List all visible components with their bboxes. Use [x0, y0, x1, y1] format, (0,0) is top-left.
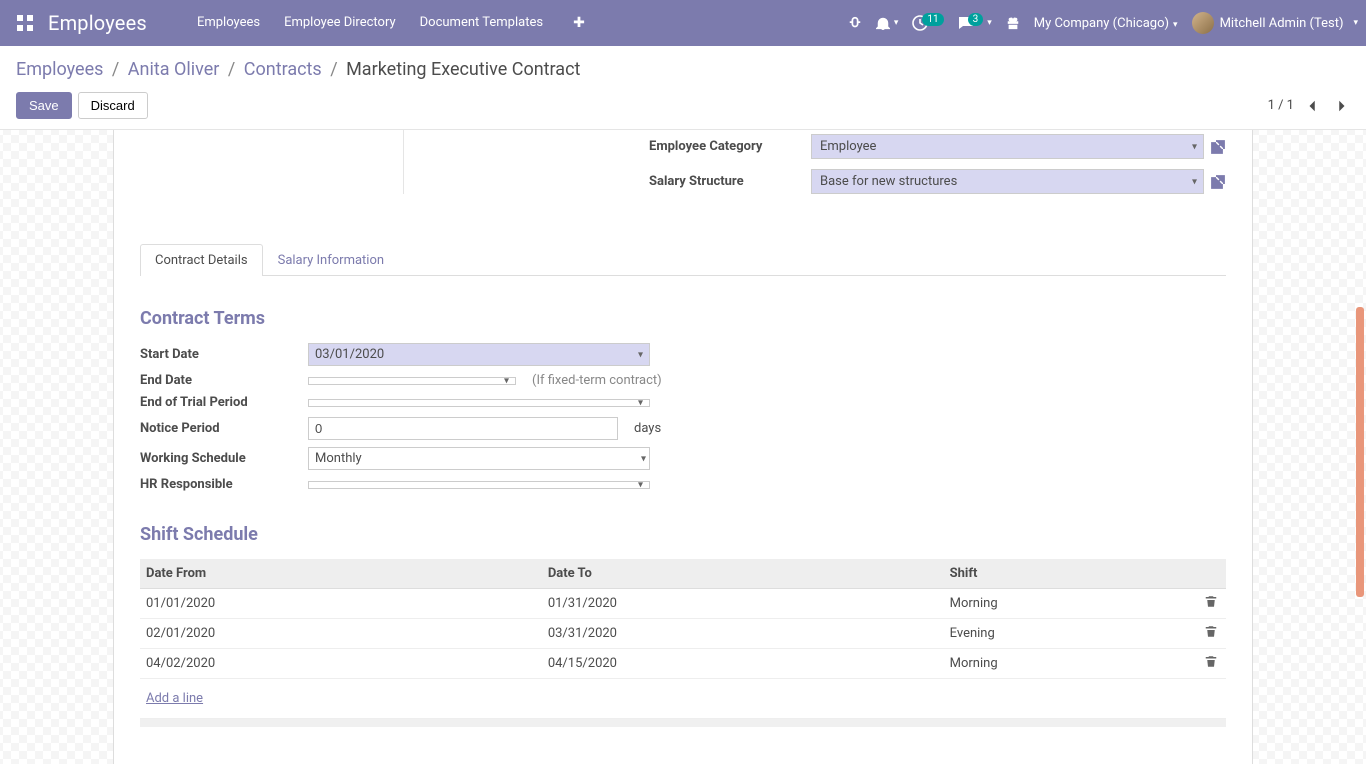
emp-category-field[interactable]: Employee ▾	[811, 134, 1204, 159]
col-shift[interactable]: Shift	[944, 559, 1196, 589]
breadcrumb-contracts[interactable]: Contracts	[244, 59, 322, 80]
cell-date-from: 04/02/2020	[140, 649, 542, 679]
menu-employees[interactable]: Employees	[197, 15, 260, 31]
messages-icon[interactable]: 3	[958, 15, 992, 31]
company-switcher[interactable]: My Company (Chicago)	[1034, 16, 1178, 31]
bell-icon[interactable]	[876, 16, 899, 30]
notice-period-suffix: days	[634, 421, 661, 436]
pager-next-icon[interactable]	[1332, 97, 1350, 115]
user-name: Mitchell Admin (Test)	[1220, 16, 1344, 31]
user-menu[interactable]: Mitchell Admin (Test)	[1192, 12, 1358, 34]
cell-date-to: 04/15/2020	[542, 649, 944, 679]
cell-date-to: 03/31/2020	[542, 619, 944, 649]
top-navbar: Employees Employees Employee Directory D…	[0, 0, 1366, 46]
notice-period-input[interactable]	[308, 417, 618, 440]
app-brand[interactable]: Employees	[48, 11, 147, 35]
trash-icon[interactable]	[1196, 619, 1226, 649]
breadcrumb-current: Marketing Executive Contract	[346, 59, 580, 80]
pager: 1 / 1	[1268, 97, 1350, 115]
working-schedule-label: Working Schedule	[140, 451, 298, 466]
apps-icon[interactable]	[8, 0, 42, 46]
start-date-label: Start Date	[140, 347, 298, 362]
working-schedule-field[interactable]: Monthly ▾	[308, 447, 650, 470]
start-date-value: 03/01/2020	[315, 347, 384, 362]
shift-schedule-heading: Shift Schedule	[140, 524, 1226, 545]
messages-count: 3	[968, 13, 984, 26]
salary-structure-field[interactable]: Base for new structures ▾	[811, 169, 1204, 194]
external-link-icon[interactable]	[1210, 174, 1226, 190]
cell-date-from: 01/01/2020	[140, 589, 542, 619]
table-row[interactable]: 04/02/202004/15/2020Morning	[140, 649, 1226, 679]
trial-period-label: End of Trial Period	[140, 395, 298, 410]
breadcrumb-employees[interactable]: Employees	[16, 59, 103, 80]
end-date-label: End Date	[140, 373, 298, 388]
shift-table: Date From Date To Shift 01/01/202001/31/…	[140, 559, 1226, 727]
contract-terms-heading: Contract Terms	[140, 308, 1226, 329]
chevron-down-icon: ▾	[1192, 176, 1197, 187]
chevron-down-icon: ▾	[641, 453, 646, 464]
discard-button[interactable]: Discard	[78, 92, 148, 119]
chevron-down-icon: ▾	[638, 397, 643, 408]
tabs: Contract Details Salary Information	[140, 244, 1226, 276]
cell-shift: Morning	[944, 649, 1196, 679]
cell-shift: Evening	[944, 619, 1196, 649]
pager-prev-icon[interactable]	[1304, 97, 1322, 115]
trash-icon[interactable]	[1196, 649, 1226, 679]
hr-responsible-label: HR Responsible	[140, 477, 298, 492]
chevron-down-icon: ▾	[1192, 141, 1197, 152]
cell-date-from: 02/01/2020	[140, 619, 542, 649]
col-date-to[interactable]: Date To	[542, 559, 944, 589]
end-date-hint: (If fixed-term contract)	[532, 373, 662, 388]
debug-icon[interactable]	[848, 16, 862, 30]
menu-document-templates[interactable]: Document Templates	[420, 15, 543, 31]
breadcrumb: Employees / Anita Oliver / Contracts / M…	[16, 59, 1350, 80]
form-sheet: Employee Category Employee ▾ Sa	[113, 130, 1253, 764]
table-row[interactable]: 02/01/202003/31/2020Evening	[140, 619, 1226, 649]
working-schedule-value: Monthly	[315, 451, 362, 466]
cell-shift: Morning	[944, 589, 1196, 619]
chevron-down-icon: ▾	[504, 375, 509, 386]
col-date-from[interactable]: Date From	[140, 559, 542, 589]
hr-responsible-field[interactable]: ▾	[308, 481, 650, 489]
main-menu: Employees Employee Directory Document Te…	[197, 15, 591, 31]
systray: 11 3 My Company (Chicago) Mitchell Admin…	[848, 12, 1358, 34]
gift-icon[interactable]	[1006, 16, 1020, 30]
tab-salary-information[interactable]: Salary Information	[263, 244, 399, 276]
start-date-field[interactable]: 03/01/2020 ▾	[308, 343, 650, 366]
activity-icon[interactable]: 11	[912, 15, 943, 31]
salary-structure-label: Salary Structure	[649, 174, 801, 189]
menu-employee-directory[interactable]: Employee Directory	[284, 15, 396, 31]
save-button[interactable]: Save	[16, 92, 72, 119]
table-row[interactable]: 01/01/202001/31/2020Morning	[140, 589, 1226, 619]
emp-category-value: Employee	[820, 139, 876, 154]
control-panel: Employees / Anita Oliver / Contracts / M…	[0, 46, 1366, 130]
end-date-field[interactable]: ▾	[308, 377, 516, 385]
add-line-link[interactable]: Add a line	[146, 685, 1220, 712]
avatar	[1192, 12, 1214, 34]
external-link-icon[interactable]	[1210, 139, 1226, 155]
trash-icon[interactable]	[1196, 589, 1226, 619]
pager-text: 1 / 1	[1268, 98, 1294, 113]
breadcrumb-anita[interactable]: Anita Oliver	[128, 59, 220, 80]
salary-structure-value: Base for new structures	[820, 174, 957, 189]
menu-add-icon[interactable]: ✚	[567, 15, 591, 31]
trial-period-field[interactable]: ▾	[308, 399, 650, 407]
chevron-down-icon: ▾	[638, 349, 643, 360]
activity-count: 11	[922, 13, 943, 26]
notice-period-label: Notice Period	[140, 421, 298, 436]
emp-category-label: Employee Category	[649, 139, 801, 154]
chevron-down-icon: ▾	[638, 479, 643, 490]
cell-date-to: 01/31/2020	[542, 589, 944, 619]
tab-contract-details[interactable]: Contract Details	[140, 244, 263, 276]
